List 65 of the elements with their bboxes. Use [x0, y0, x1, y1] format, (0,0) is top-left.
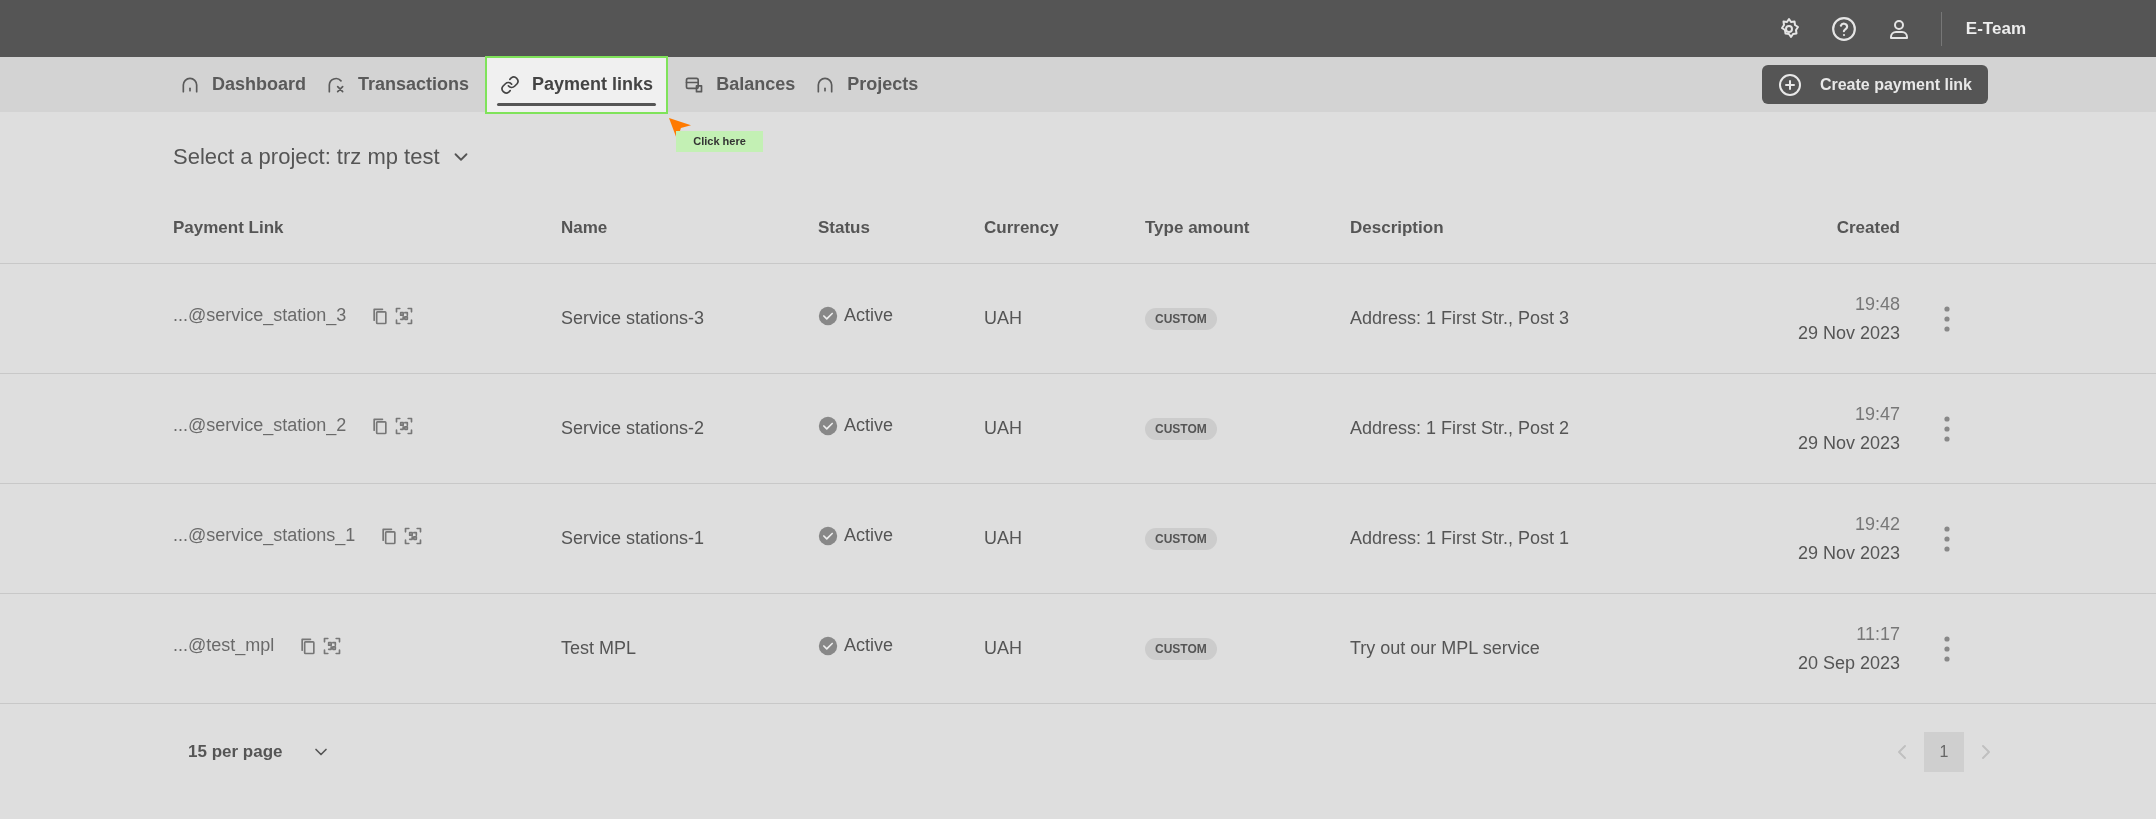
- type-badge: CUSTOM: [1145, 638, 1217, 660]
- link-text: ...@service_stations_1: [173, 524, 356, 548]
- project-select[interactable]: Select a project: trz mp test: [173, 140, 472, 173]
- more-options-icon[interactable]: [1944, 635, 1950, 662]
- time-text: 19:42: [1854, 512, 1900, 536]
- status-text: Active: [844, 634, 894, 657]
- column-header: Description: [1350, 217, 1445, 240]
- nav-tab[interactable]: Dashboard: [170, 57, 317, 112]
- check-circle-icon: [818, 415, 838, 436]
- account-menu[interactable]: E-Team: [1965, 15, 2026, 42]
- qr-code-icon[interactable]: [403, 525, 424, 546]
- more-options-icon[interactable]: [1944, 305, 1950, 332]
- qr-code-icon[interactable]: [394, 415, 415, 436]
- type-badge: CUSTOM: [1145, 528, 1217, 550]
- table-cell-text: Address: 1 First Str., Post 3: [1350, 307, 1571, 330]
- table-cell-text: Address: 1 First Str., Post 1: [1350, 527, 1571, 550]
- table-cell-text: UAH: [984, 527, 1023, 550]
- type-badge: CUSTOM: [1145, 418, 1217, 440]
- help-icon[interactable]: [1830, 15, 1857, 42]
- nav-tab[interactable]: Balances: [674, 57, 806, 112]
- column-header: Type amount: [1145, 217, 1251, 240]
- date-text: 29 Nov 2023: [1797, 431, 1900, 455]
- status-text: Active: [844, 414, 894, 437]
- date-text: 20 Sep 2023: [1797, 651, 1900, 675]
- table-cell-text: Service stations-1: [561, 527, 706, 550]
- link-text: ...@test_mpl: [173, 634, 275, 658]
- time-text: 11:17: [1856, 622, 1900, 646]
- link-icon: [500, 74, 521, 95]
- per-page-select[interactable]: 15 per page: [188, 739, 331, 765]
- check-circle-icon: [818, 635, 838, 656]
- qr-code-icon[interactable]: [394, 305, 415, 326]
- time-text: 19:48: [1854, 292, 1900, 316]
- more-options-icon[interactable]: [1944, 525, 1950, 552]
- plus-circle-icon: [1777, 72, 1802, 97]
- table-cell-text: Service stations-2: [561, 417, 706, 440]
- page-button[interactable]: 1: [1924, 732, 1964, 772]
- table-cell-text: Try out our MPL service: [1350, 637, 1541, 660]
- check-circle-icon: [818, 305, 838, 326]
- time-text: 19:47: [1854, 402, 1900, 426]
- tooltip-label: Click here: [676, 131, 763, 152]
- nav-tab[interactable]: Transactions: [316, 57, 480, 112]
- date-text: 29 Nov 2023: [1797, 541, 1900, 565]
- date-text: 29 Nov 2023: [1797, 321, 1900, 345]
- more-options-icon[interactable]: [1944, 415, 1950, 442]
- table-cell-text: Test MPL: [561, 637, 638, 660]
- status-text: Active: [844, 524, 894, 547]
- table-cell-text: UAH: [984, 307, 1023, 330]
- type-badge: CUSTOM: [1145, 308, 1217, 330]
- link-text: ...@service_station_3: [173, 304, 347, 328]
- column-header: Created: [1835, 217, 1900, 240]
- table-cell-text: Service stations-3: [561, 307, 706, 330]
- nav-tab[interactable]: Projects: [805, 57, 929, 112]
- table-cell-text: UAH: [984, 637, 1023, 660]
- check-circle-icon: [818, 525, 838, 546]
- qr-code-icon[interactable]: [322, 635, 343, 656]
- table-cell-text: UAH: [984, 417, 1023, 440]
- column-header: Currency: [984, 217, 1060, 240]
- link-text: ...@service_station_2: [173, 414, 347, 438]
- status-text: Active: [844, 304, 894, 327]
- column-header: Payment Link: [173, 217, 285, 240]
- column-header: Name: [561, 217, 609, 240]
- create-payment-link-button[interactable]: Create payment link: [1761, 65, 1988, 104]
- table-cell-text: Address: 1 First Str., Post 2: [1350, 417, 1571, 440]
- nav-tab[interactable]: Payment links: [485, 55, 669, 114]
- column-header: Status: [818, 217, 871, 240]
